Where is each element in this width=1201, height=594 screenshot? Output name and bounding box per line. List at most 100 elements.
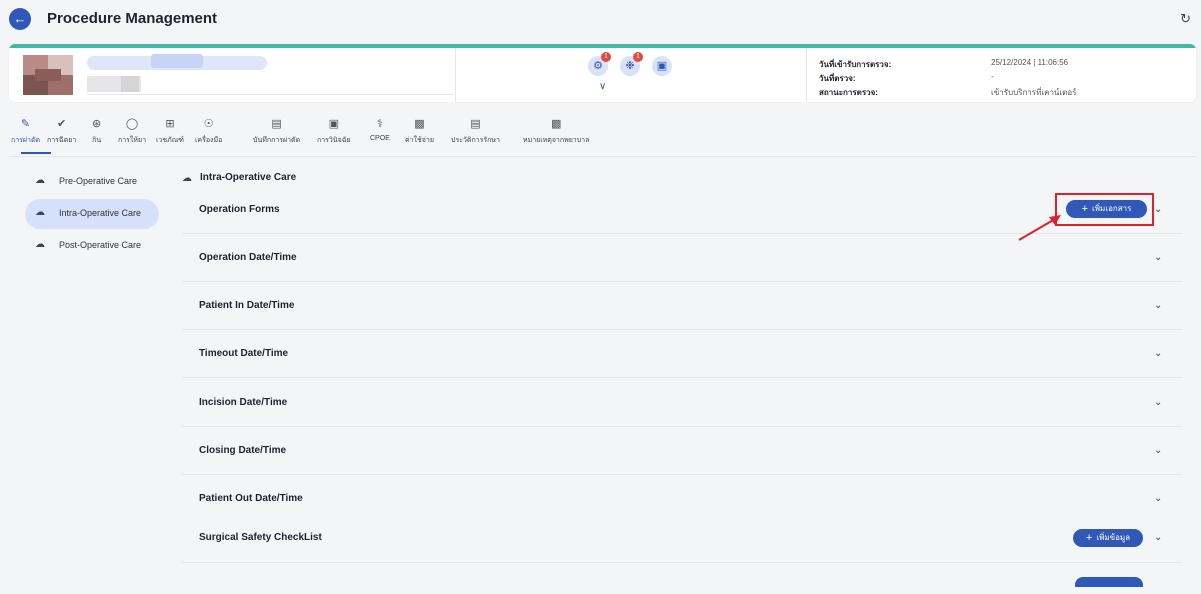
active-tab-indicator (21, 152, 51, 154)
card-accent-bar (9, 44, 1196, 48)
accordion-patient-in-date-time[interactable]: Patient In Date/Time ⌄ (182, 282, 1182, 330)
divider (455, 48, 456, 102)
highlight-annotation (1055, 193, 1154, 226)
tab-surgical-record[interactable]: ▤ บันทึกการผ่าตัด (253, 116, 300, 146)
receipt-icon: ▩ (414, 118, 425, 130)
arrow-annotation-icon (1018, 215, 1061, 241)
row-label: Patient Out Date/Time (199, 493, 303, 504)
tab-label: กิน (92, 137, 102, 144)
double-chevron-down-icon[interactable]: ∨ (599, 81, 606, 92)
chevron-down-icon[interactable]: ⌄ (1154, 252, 1162, 263)
tab-label: ค่าใช้จ่าย (405, 137, 434, 144)
status-label: สถานะการตรวจ: (819, 88, 878, 97)
tab-label: ประวัติการรักษา (451, 137, 500, 144)
patient-bed-icon: ☁ (35, 239, 45, 250)
procedure-toolbar: ✎ การผ่าตัด ✔ การฉีดยา ⊛ กิน ◯ การให้ยา … (9, 110, 1196, 156)
nurse-note-icon: ▩ (551, 118, 562, 130)
avatar (23, 55, 73, 95)
tab-supplies[interactable]: ⊞ เวชภัณฑ์ (156, 116, 184, 146)
notification-badge: 1 (633, 52, 643, 62)
sidebar-item-pre-operative[interactable]: ☁ Pre-Operative Care (25, 167, 159, 197)
row-label: Timeout Date/Time (199, 348, 289, 359)
tab-expenses[interactable]: ▩ ค่าใช้จ่าย (405, 116, 434, 146)
row-label: Closing Date/Time (199, 445, 287, 456)
scalpel-icon: ✎ (20, 118, 31, 130)
add-data-button[interactable]: + เพิ่มข้อมูล (1073, 529, 1143, 547)
clipboard-icon: ▣ (328, 118, 340, 130)
page-title: Procedure Management (47, 10, 218, 27)
patient-bed-icon: ☁ (182, 173, 192, 184)
pill-icon: ◯ (125, 118, 139, 130)
button-label: เพิ่มข้อมูล (1096, 533, 1131, 543)
tab-label: CPOE (370, 135, 390, 142)
admit-date-label: วันที่เข้ารับการตรวจ: (819, 60, 892, 69)
chevron-down-icon[interactable]: ⌄ (1154, 397, 1162, 408)
history-icon: ▤ (470, 118, 481, 130)
row-label: Operation Forms (199, 204, 280, 215)
tab-label: การวินิจฉัย (317, 137, 351, 144)
divider (9, 156, 1196, 157)
chevron-down-icon[interactable]: ⌄ (1154, 204, 1162, 215)
divider (182, 562, 1182, 563)
accordion-patient-out-date-time[interactable]: Patient Out Date/Time ⌄ (182, 475, 1182, 515)
row-label: Incision Date/Time (199, 397, 288, 408)
row-label: Surgical Safety CheckList (199, 532, 322, 543)
accordion-incision-date-time[interactable]: Incision Date/Time ⌄ (182, 378, 1182, 427)
tab-surgery[interactable]: ✎ การผ่าตัด (11, 116, 40, 146)
tab-cpoe[interactable]: ⚕ CPOE (370, 116, 390, 142)
sidebar-item-post-operative[interactable]: ☁ Post-Operative Care (25, 231, 159, 261)
next-action-button[interactable] (1075, 577, 1143, 587)
app-header: ← Procedure Management ↻ (0, 0, 1201, 38)
tab-medication[interactable]: ◯ การให้ยา (118, 116, 146, 146)
admit-date-value: 25/12/2024 | 11:06:56 (991, 58, 1069, 67)
plus-icon: + (1085, 532, 1093, 544)
divider (806, 48, 807, 102)
sidebar-item-label: Post-Operative Care (59, 240, 142, 250)
virus-status-icon[interactable]: ❉ 1 (620, 52, 643, 76)
tab-injection[interactable]: ✔ การฉีดยา (47, 116, 76, 146)
row-label: Operation Date/Time (199, 252, 297, 263)
chevron-down-icon[interactable]: ⌄ (1154, 493, 1162, 504)
tab-label: บันทึกการผ่าตัด (253, 137, 301, 144)
patient-name-redacted-part (151, 54, 203, 68)
tool-icon: ☉ (203, 118, 214, 130)
sidebar-item-label: Intra-Operative Care (59, 208, 142, 218)
tab-oral[interactable]: ⊛ กิน (92, 116, 101, 146)
chevron-down-icon[interactable]: ⌄ (1154, 445, 1162, 456)
sidebar-item-intra-operative[interactable]: ☁ Intra-Operative Care (25, 199, 159, 229)
syringe-icon: ✔ (57, 118, 67, 130)
allergy-status-icon[interactable]: ⚙ 1 (588, 52, 611, 76)
tab-label: การให้ยา (118, 137, 146, 144)
tab-equipment[interactable]: ☉ เครื่องมือ (195, 116, 222, 146)
notes-icon: ▤ (271, 118, 282, 130)
stethoscope-icon: ⚕ (376, 118, 383, 130)
exam-date-label: วันที่ตรวจ: (819, 74, 856, 83)
tab-nurse-notes[interactable]: ▩ หมายเหตุจากพยาบาล (523, 116, 589, 146)
document-status-icon[interactable]: ▣ (652, 56, 672, 76)
notification-badge: 1 (601, 52, 611, 62)
tab-label: เวชภัณฑ์ (156, 137, 184, 144)
divider (87, 94, 454, 95)
patient-bed-icon: ☁ (35, 207, 45, 218)
chevron-down-icon[interactable]: ⌄ (1154, 532, 1162, 543)
grid-icon: ⊞ (165, 118, 175, 130)
chevron-down-icon[interactable]: ⌄ (1154, 348, 1162, 359)
tab-treatment-history[interactable]: ▤ ประวัติการรักษา (451, 116, 500, 146)
exam-date-value: - (991, 72, 994, 81)
accordion-timeout-date-time[interactable]: Timeout Date/Time ⌄ (182, 330, 1182, 378)
section-title: Intra-Operative Care (200, 172, 297, 183)
tab-diagnosis[interactable]: ▣ การวินิจฉัย (317, 116, 351, 146)
tab-label: การผ่าตัด (11, 137, 41, 144)
refresh-icon[interactable]: ↻ (1180, 11, 1191, 27)
group-icon: ⊛ (92, 118, 102, 130)
chevron-down-icon[interactable]: ⌄ (1154, 300, 1162, 311)
status-value: เข้ารับบริการที่เคาน์เตอร์ (991, 88, 1077, 97)
accordion-surgical-safety-checklist[interactable]: Surgical Safety CheckList ⌄ (182, 515, 1182, 563)
patient-card: ⚙ 1 ❉ 1 ▣ ∨ วันที่เข้ารับการตรวจ: 25/12/20… (9, 44, 1196, 102)
accordion-closing-date-time[interactable]: Closing Date/Time ⌄ (182, 427, 1182, 475)
patient-bed-icon: ☁ (35, 175, 45, 186)
tab-label: การฉีดยา (47, 137, 77, 144)
back-button[interactable]: ← (9, 8, 31, 30)
patient-id-redacted-part (121, 76, 139, 92)
tab-label: หมายเหตุจากพยาบาล (523, 137, 590, 144)
